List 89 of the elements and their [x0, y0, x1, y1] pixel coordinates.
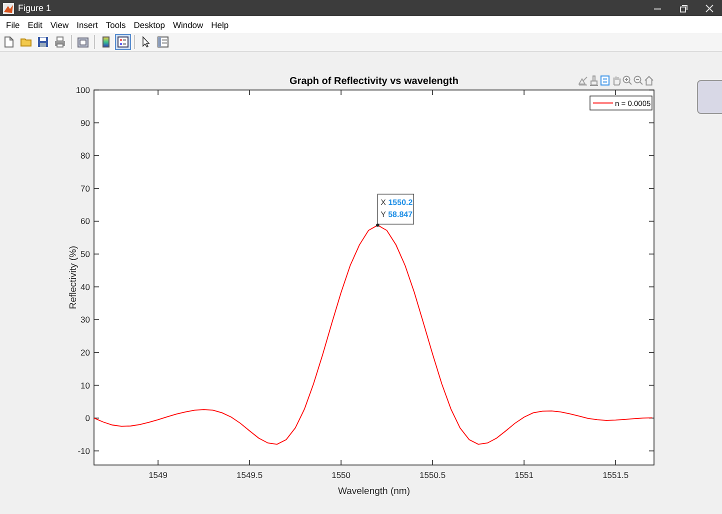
menu-item[interactable]: Insert	[72, 20, 102, 30]
tick-mark	[94, 155, 100, 156]
tick-mark	[648, 450, 654, 452]
tick-mark	[648, 286, 654, 288]
home-button[interactable]	[643, 74, 654, 86]
tick-mark	[94, 122, 100, 124]
folder-icon	[20, 36, 32, 48]
app-icon	[3, 2, 14, 14]
zoom-in-icon	[622, 74, 632, 86]
home-icon	[644, 74, 654, 86]
tick-mark	[648, 188, 654, 189]
tick-mark	[94, 352, 100, 353]
tick-label: 20	[80, 347, 90, 358]
tick-mark	[94, 220, 100, 222]
legend-icon	[117, 36, 129, 48]
menu-item[interactable]: View	[46, 20, 73, 30]
close-icon[interactable]	[704, 4, 714, 12]
tick-mark	[94, 188, 100, 189]
datatip-button[interactable]	[599, 74, 610, 86]
tick-mark	[249, 460, 250, 466]
menu-item[interactable]: Help	[207, 20, 233, 30]
save-icon	[37, 36, 49, 48]
menu-item[interactable]: Window	[168, 20, 208, 30]
tick-mark	[94, 286, 100, 288]
tick-label: 60	[80, 216, 90, 226]
printer-button[interactable]	[52, 34, 68, 50]
tick-mark	[648, 319, 654, 320]
zoom-out-button[interactable]	[632, 74, 643, 86]
colorbar-icon	[100, 36, 112, 48]
datatip-text: Y 58.847	[380, 210, 413, 220]
tick-mark	[94, 319, 100, 320]
zoom-in-button[interactable]	[621, 74, 632, 86]
datatip-box	[377, 194, 414, 225]
menu-item[interactable]: File	[2, 20, 24, 30]
property-panel-icon	[157, 36, 169, 48]
tick-mark	[432, 460, 433, 466]
tick-label: 50	[80, 249, 90, 260]
tick-mark	[249, 90, 250, 96]
tick-label: 1549	[148, 470, 168, 480]
tick-label: 30	[80, 314, 90, 325]
brush-button[interactable]	[588, 74, 599, 86]
tick-mark	[648, 122, 654, 124]
tick-mark	[94, 450, 100, 452]
tick-label: 1549.5	[236, 470, 263, 480]
tick-mark	[648, 220, 654, 222]
tick-label: 10	[80, 380, 90, 390]
tick-mark	[340, 90, 342, 96]
y-axis-label: Reflectivity (%)	[68, 246, 79, 310]
menu-item[interactable]: Tools	[102, 20, 130, 30]
export-icon	[578, 74, 588, 86]
window-title: Figure 1	[18, 3, 52, 13]
tick-label: 1550.5	[420, 470, 446, 480]
zoom-out-icon	[632, 74, 642, 86]
data-point-marker	[376, 224, 380, 227]
tick-mark	[615, 460, 616, 466]
legend-button[interactable]	[115, 34, 131, 50]
menu-item[interactable]: Edit	[24, 20, 46, 30]
legend-box	[590, 96, 652, 110]
linked-plot-icon	[77, 36, 89, 48]
tick-label: 1551.5	[602, 470, 629, 480]
tick-mark	[615, 90, 616, 96]
tick-mark	[648, 155, 654, 156]
tick-label: 70	[80, 183, 90, 194]
save-button[interactable]	[35, 34, 51, 50]
new-file-icon	[3, 36, 15, 48]
tick-label: 1551	[514, 470, 534, 480]
tick-mark	[648, 352, 654, 353]
tick-label: 80	[80, 150, 90, 161]
tick-label: 40	[80, 282, 90, 292]
x-axis-label: Wavelength (nm)	[338, 486, 410, 497]
datatip-icon	[600, 74, 610, 86]
tick-label: -10	[78, 446, 90, 456]
tick-label: 0	[85, 413, 90, 424]
tick-label: 100	[76, 85, 90, 95]
datatip-text: X 1550.2	[380, 198, 413, 208]
tick-mark	[648, 384, 654, 386]
brush-icon	[588, 74, 598, 86]
menu-item[interactable]: Desktop	[130, 20, 169, 30]
tick-label: 1550	[332, 470, 351, 480]
chart-title: Graph of Reflectivity vs wavelength	[290, 76, 458, 87]
restore-icon[interactable]	[678, 4, 688, 12]
tick-mark	[94, 384, 100, 386]
hand-icon	[610, 74, 620, 86]
printer-icon	[54, 36, 66, 48]
tick-mark	[432, 90, 433, 96]
tick-mark	[340, 460, 342, 466]
pointer-icon	[140, 36, 152, 48]
tick-label: 90	[80, 118, 90, 128]
property-panel-button[interactable]	[155, 34, 171, 50]
